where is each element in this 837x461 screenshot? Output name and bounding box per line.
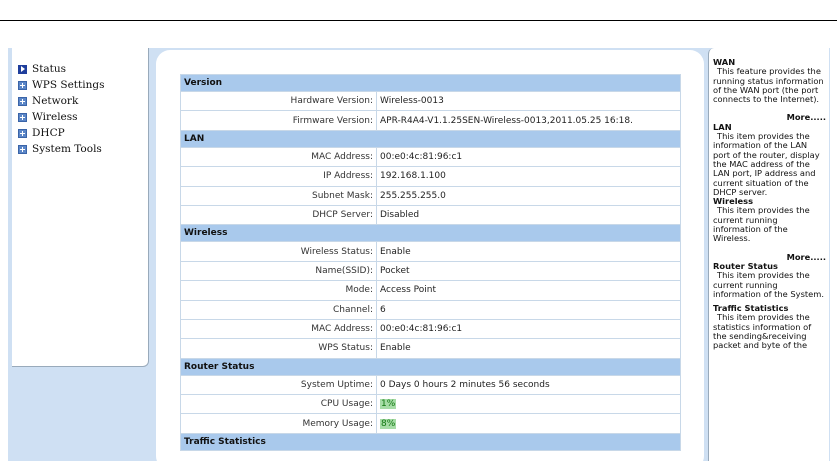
section-header-lan: LAN: [180, 129, 681, 148]
channel-value: 6: [376, 299, 681, 320]
menu-item-network[interactable]: Network: [18, 93, 78, 109]
menu-item-label: System Tools: [32, 143, 102, 155]
firmware-version-value: APR-R4A4-V1.1.25SEN-Wireless-0013,2011.0…: [376, 110, 681, 131]
plus-box-icon: [18, 96, 27, 106]
menu-item-wireless[interactable]: Wireless: [18, 109, 78, 125]
plus-box-icon: [18, 80, 27, 90]
status-table: Version Hardware Version: Wireless-0013 …: [180, 74, 681, 451]
table-row: Mode: Access Point: [180, 280, 681, 301]
help-panel: WAN This feature provides the running st…: [708, 48, 829, 461]
cpu-usage-cell: 1%: [376, 394, 681, 415]
help-content: WAN This feature provides the running st…: [713, 57, 826, 351]
wps-status-label: WPS Status:: [180, 338, 377, 359]
table-row: Wireless Status: Enable: [180, 241, 681, 262]
table-row: Firmware Version: APR-R4A4-V1.1.25SEN-Wi…: [180, 110, 681, 131]
table-row: Channel: 6: [180, 299, 681, 320]
section-title: Wireless: [180, 224, 681, 243]
table-row: CPU Usage: 1%: [180, 394, 681, 415]
wps-status-value: Enable: [376, 338, 681, 359]
dhcp-server-value: Disabled: [376, 204, 681, 226]
menu-item-label: WPS Settings: [32, 79, 105, 91]
menu-item-dhcp[interactable]: DHCP: [18, 125, 65, 141]
menu-item-status[interactable]: Status: [18, 61, 66, 77]
help-text-wan: This feature provides the running status…: [713, 66, 824, 105]
plus-box-icon: [18, 144, 27, 154]
memory-usage-cell: 8%: [376, 413, 681, 434]
section-header-wireless: Wireless: [180, 224, 681, 243]
uptime-value: 0 Days 0 hours 2 minutes 56 seconds: [376, 374, 681, 396]
sidebar-menu: Status WPS Settings Network Wireless DHC…: [12, 48, 149, 367]
menu-item-system-tools[interactable]: System Tools: [18, 141, 102, 157]
wireless-mac-label: MAC Address:: [180, 318, 377, 340]
wireless-status-value: Enable: [376, 241, 681, 262]
table-row: Hardware Version: Wireless-0013: [180, 90, 681, 112]
channel-label: Channel:: [180, 299, 377, 320]
hardware-version-label: Hardware Version:: [180, 90, 377, 112]
table-row: MAC Address: 00:e0:4c:81:96:c1: [180, 318, 681, 340]
lan-mac-value: 00:e0:4c:81:96:c1: [376, 146, 681, 168]
menu-item-label: DHCP: [32, 127, 65, 139]
memory-usage-value: 8%: [380, 418, 397, 429]
table-row: System Uptime: 0 Days 0 hours 2 minutes …: [180, 374, 681, 396]
menu-item-label: Wireless: [32, 111, 78, 123]
plus-box-icon: [18, 128, 27, 138]
help-text-lan: This item provides the information of th…: [713, 131, 820, 197]
uptime-label: System Uptime:: [180, 374, 377, 396]
help-text-router-status: This item provides the current running i…: [713, 270, 824, 299]
lan-ip-value: 192.168.1.100: [376, 166, 681, 187]
table-row: Memory Usage: 8%: [180, 413, 681, 434]
lan-mac-label: MAC Address:: [180, 146, 377, 168]
lan-ip-label: IP Address:: [180, 166, 377, 187]
ssid-label: Name(SSID):: [180, 260, 377, 282]
plus-box-icon: [18, 112, 27, 122]
help-text-traffic-statistics: This item provides the statistics inform…: [713, 312, 812, 351]
lan-mask-value: 255.255.255.0: [376, 185, 681, 206]
firmware-version-label: Firmware Version:: [180, 110, 377, 131]
cpu-usage-label: CPU Usage:: [180, 394, 377, 415]
menu-item-label: Status: [32, 63, 67, 75]
table-row: WPS Status: Enable: [180, 338, 681, 359]
hardware-version-value: Wireless-0013: [376, 90, 681, 112]
table-row: DHCP Server: Disabled: [180, 204, 681, 226]
section-header-router-status: Router Status: [180, 357, 681, 376]
mode-value: Access Point: [376, 280, 681, 301]
top-rule: [0, 20, 837, 21]
section-header-traffic-statistics: Traffic Statistics: [180, 432, 681, 451]
section-title: Version: [180, 74, 681, 92]
router-admin-frame: Status WPS Settings Network Wireless DHC…: [8, 48, 830, 461]
section-header-version: Version: [180, 74, 681, 92]
table-row: MAC Address: 00:e0:4c:81:96:c1: [180, 146, 681, 168]
menu-item-wps-settings[interactable]: WPS Settings: [18, 77, 104, 93]
section-title: Router Status: [180, 357, 681, 376]
mode-label: Mode:: [180, 280, 377, 301]
table-row: Name(SSID): Pocket: [180, 260, 681, 282]
section-title: Traffic Statistics: [180, 432, 681, 451]
table-row: IP Address: 192.168.1.100: [180, 166, 681, 187]
cpu-usage-value: 1%: [380, 399, 397, 410]
menu-item-label: Network: [32, 95, 79, 107]
dhcp-server-label: DHCP Server:: [180, 204, 377, 226]
lan-mask-label: Subnet Mask:: [180, 185, 377, 206]
memory-usage-label: Memory Usage:: [180, 413, 377, 434]
ssid-value: Pocket: [376, 260, 681, 282]
section-title: LAN: [180, 129, 681, 148]
help-text-wireless: This item provides the current running i…: [713, 205, 810, 244]
status-panel: Version Hardware Version: Wireless-0013 …: [156, 50, 704, 461]
arrow-right-icon: [18, 64, 27, 74]
wireless-mac-value: 00:e0:4c:81:96:c1: [376, 318, 681, 340]
table-row: Subnet Mask: 255.255.255.0: [180, 185, 681, 206]
wireless-status-label: Wireless Status:: [180, 241, 377, 262]
